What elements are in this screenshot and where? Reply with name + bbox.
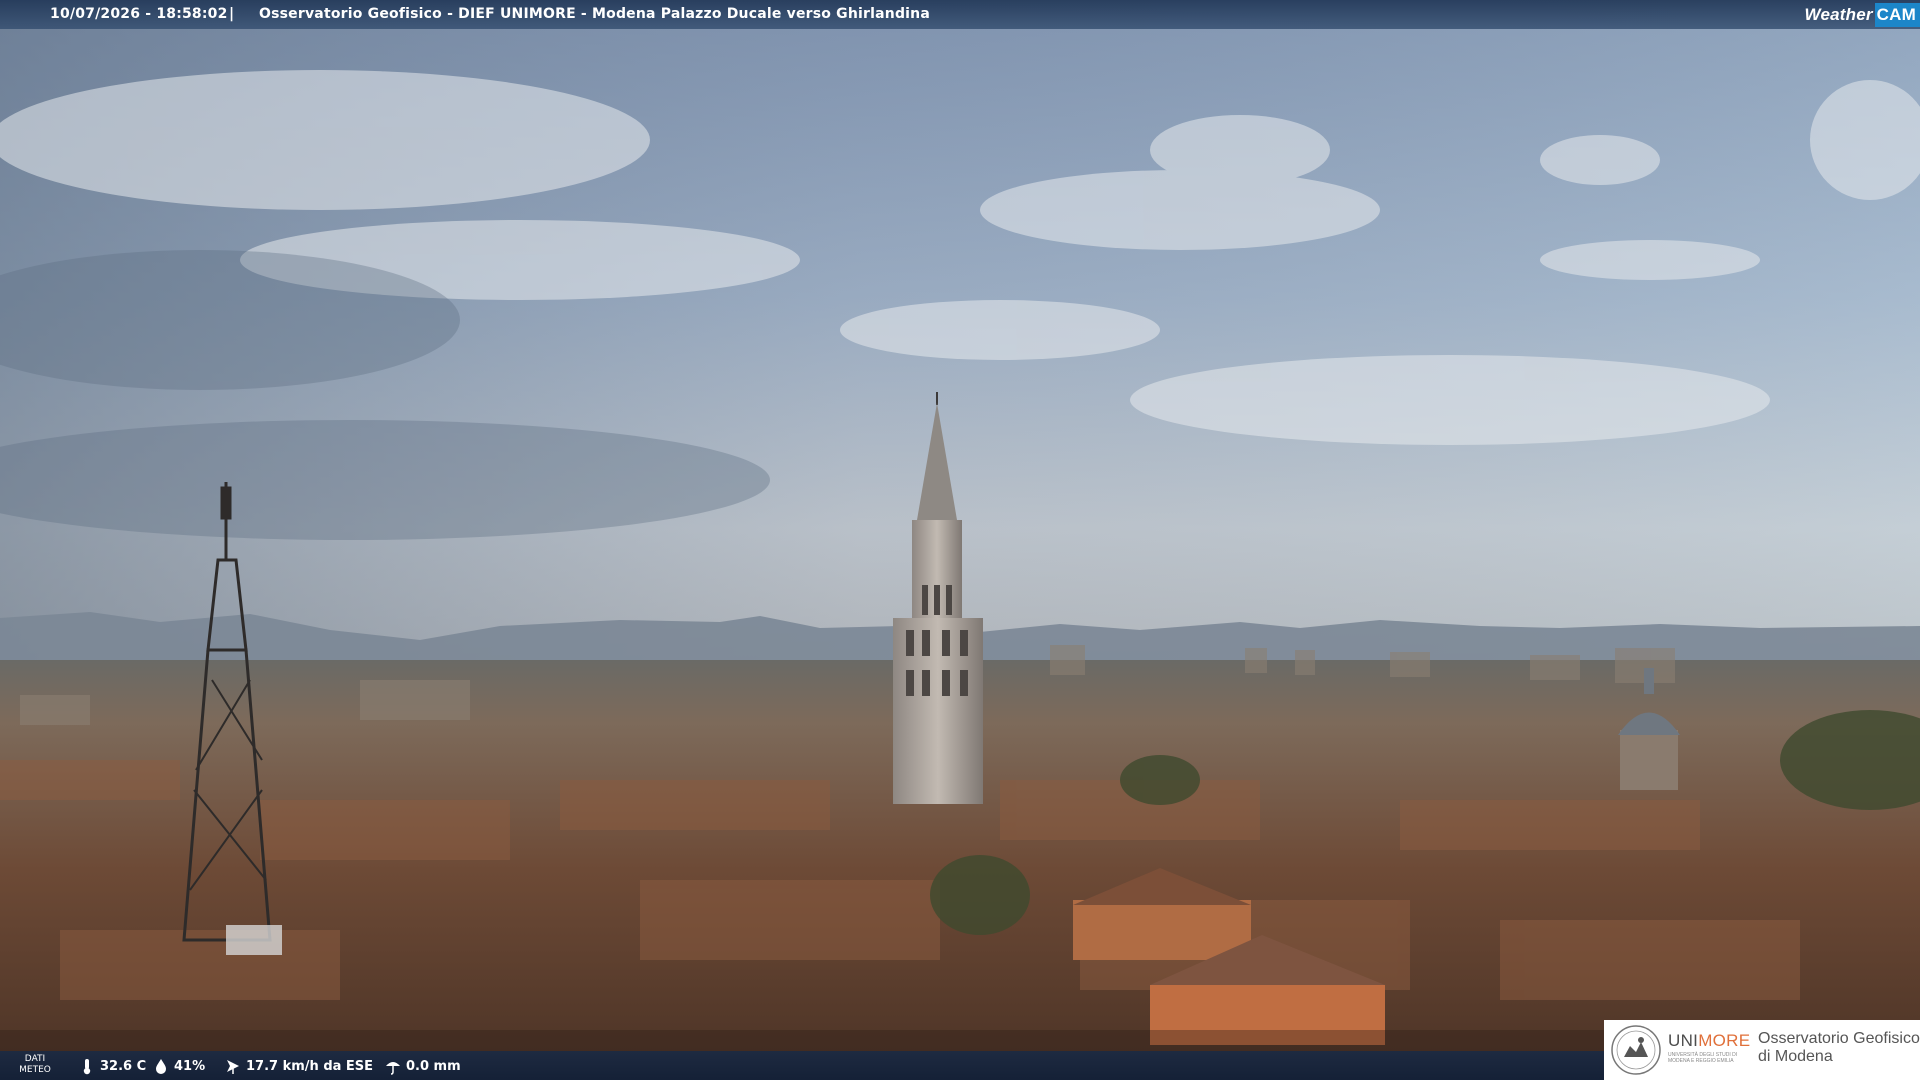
weather-data-bar: DATI METEO 32.6 C 41% 17.7 km/h da ESE 0… xyxy=(0,1051,1604,1080)
brand-word: Weather xyxy=(1804,4,1873,24)
observatory-line1: Osservatorio Geofisico xyxy=(1758,1030,1920,1047)
weathercam-logo: Weather CAM xyxy=(1805,0,1920,29)
unimore-wordmark: UNIMORE xyxy=(1668,1031,1750,1051)
thermometer-icon xyxy=(83,1059,91,1075)
rain-reading: 0.0 mm xyxy=(384,1057,461,1075)
temperature-value: 32.6 C xyxy=(100,1058,147,1074)
wind-value: 17.7 km/h da ESE xyxy=(246,1058,374,1074)
unimore-part1: UNI xyxy=(1668,1031,1699,1050)
wind-vane-icon xyxy=(227,1060,239,1074)
humidity-reading: 41% xyxy=(152,1057,205,1075)
weather-data-label: DATI METEO xyxy=(18,1054,52,1076)
observatory-name: Osservatorio Geofisico di Modena xyxy=(1758,1030,1920,1066)
wind-reading: 17.7 km/h da ESE xyxy=(224,1057,373,1075)
rain-icon xyxy=(386,1062,400,1075)
rain-value: 0.0 mm xyxy=(406,1058,461,1074)
unimore-part2: MORE xyxy=(1698,1031,1751,1050)
weather-label-line2: METEO xyxy=(19,1065,51,1075)
camera-title: Osservatorio Geofisico - DIEF UNIMORE - … xyxy=(259,6,930,22)
weather-label-line1: DATI xyxy=(24,1054,46,1064)
unimore-observatory-logo: UNIMORE UNIVERSITÀ DEGLI STUDI DI MODENA… xyxy=(1604,1020,1920,1080)
observatory-line2: di Modena xyxy=(1758,1048,1833,1065)
temperature-reading: 32.6 C xyxy=(78,1057,146,1075)
brand-cam: CAM xyxy=(1874,2,1920,27)
top-overlay-bar: 10/07/2026 - 18:58:02 | Osservatorio Geo… xyxy=(0,0,1920,29)
humidity-value: 41% xyxy=(174,1058,206,1074)
title-separator: | xyxy=(229,6,235,22)
humidity-drop-icon xyxy=(156,1059,166,1074)
timestamp: 10/07/2026 - 18:58:02 xyxy=(50,6,228,22)
webcam-photo xyxy=(0,0,1920,1080)
university-seal-icon xyxy=(1611,1025,1661,1075)
unimore-subtitle: UNIVERSITÀ DEGLI STUDI DI MODENA E REGGI… xyxy=(1668,1052,1738,1064)
